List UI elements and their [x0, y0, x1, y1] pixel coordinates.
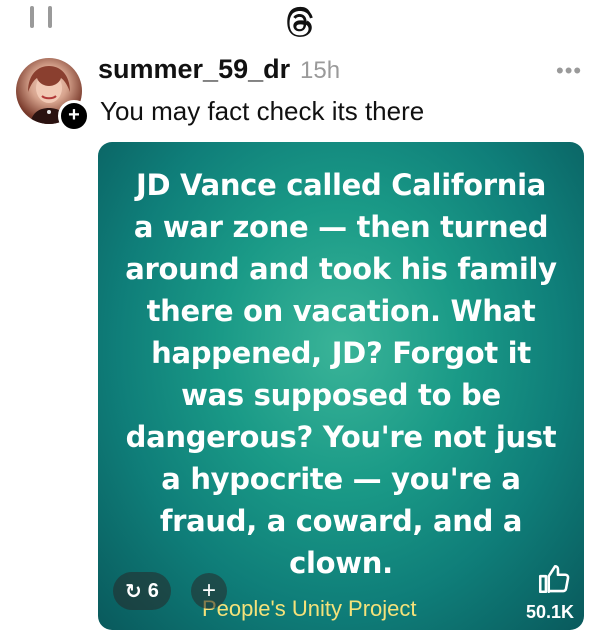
- image-text-block: JD Vance called California a war zone — …: [98, 164, 584, 584]
- follow-plus-button[interactable]: +: [58, 100, 90, 132]
- image-text-line: around and took his family: [125, 252, 557, 286]
- repost-count: 6: [147, 579, 159, 602]
- image-text-line: was supposed to be: [181, 378, 501, 412]
- image-text-line: a war zone — then turned: [133, 210, 549, 244]
- thumbs-up-icon[interactable]: [536, 562, 570, 596]
- post-timestamp: 15h: [300, 57, 341, 84]
- image-text-line: dangerous? You're not just: [125, 420, 557, 454]
- image-text-line: there on vacation. What: [146, 294, 536, 328]
- post-caption: You may fact check its there: [100, 96, 425, 126]
- add-button[interactable]: +: [191, 573, 227, 609]
- like-count: 50.1K: [526, 602, 575, 622]
- repost-icon: ↻: [125, 580, 142, 603]
- avatar[interactable]: +: [16, 58, 90, 132]
- post-image[interactable]: JD Vance called California a war zone — …: [98, 142, 584, 630]
- more-options-icon[interactable]: •••: [556, 60, 582, 82]
- image-text-line: happened, JD? Forgot it: [151, 336, 531, 370]
- repost-button[interactable]: ↻ 6: [113, 572, 171, 610]
- threads-post-screen: + summer_59_dr 15h ••• You may fact chec…: [0, 0, 602, 635]
- username[interactable]: summer_59_dr: [98, 54, 290, 85]
- image-text-line: a hypocrite — you're a: [161, 462, 521, 496]
- threads-logo-icon[interactable]: [281, 4, 319, 42]
- hamburger-icon[interactable]: [30, 6, 52, 28]
- image-text-line: JD Vance called California: [135, 168, 547, 202]
- image-text-line: fraud, a coward, and a: [159, 504, 523, 538]
- image-watermark: People's Unity Project: [202, 596, 417, 621]
- image-text-line: clown.: [289, 546, 393, 580]
